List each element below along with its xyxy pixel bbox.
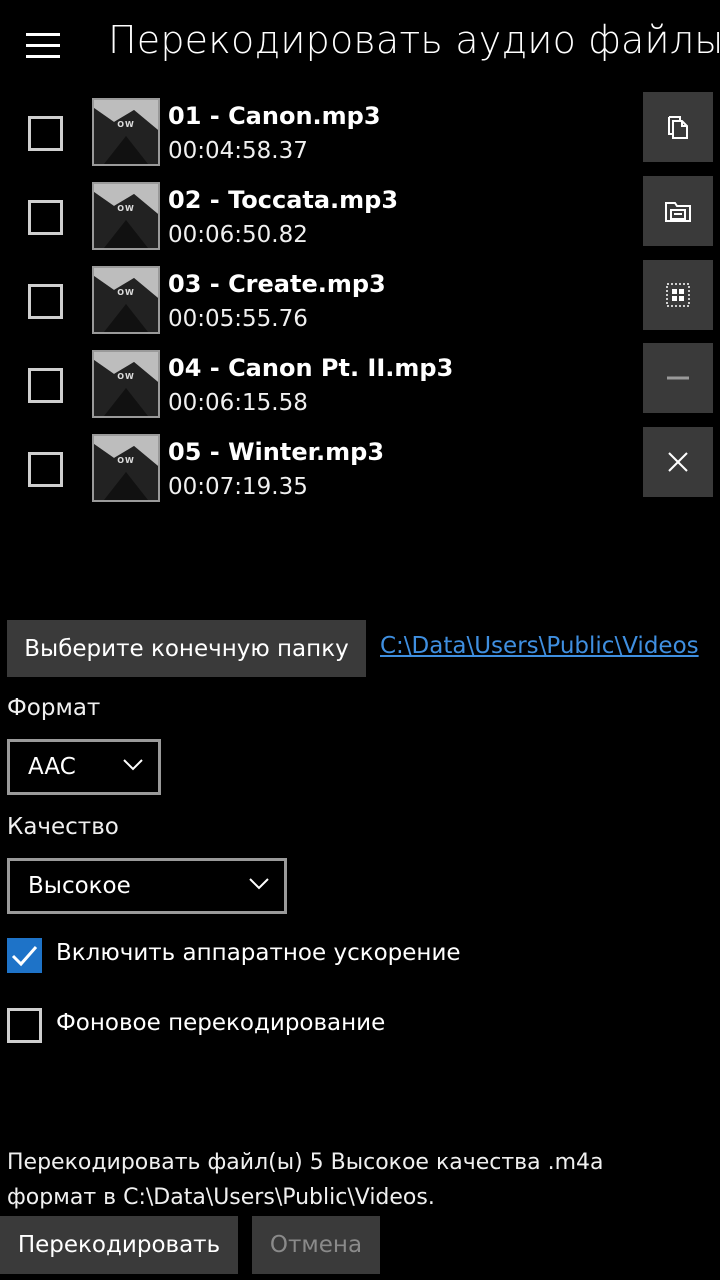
checkmark-icon — [11, 946, 38, 967]
file-duration: 00:07:19.35 — [168, 474, 308, 500]
file-checkbox[interactable] — [28, 200, 63, 235]
select-all-icon — [666, 283, 690, 307]
quality-value: Высокое — [28, 873, 131, 899]
clear-icon — [668, 452, 688, 472]
hamburger-menu-button[interactable] — [26, 33, 60, 59]
thumbnail-text: OW — [117, 456, 135, 465]
format-label: Формат — [7, 695, 101, 721]
thumbnail-text: OW — [117, 372, 135, 381]
page-title: Перекодировать аудио файлы — [108, 18, 720, 62]
file-duration: 00:06:50.82 — [168, 222, 308, 248]
file-row[interactable]: OW 04 - Canon Pt. II.mp3 00:06:15.58 — [0, 350, 620, 434]
select-all-button[interactable] — [643, 260, 713, 330]
file-row[interactable]: OW 03 - Create.mp3 00:05:55.76 — [0, 266, 620, 350]
summary-line-1: Перекодировать файл(ы) 5 Высокое качеств… — [7, 1150, 604, 1175]
file-name: 02 - Toccata.mp3 — [168, 186, 399, 214]
thumbnail-text: OW — [117, 120, 135, 129]
hw-accel-option[interactable]: Включить аппаратное ускорение — [7, 938, 507, 974]
quality-label: Качество — [7, 814, 119, 840]
file-duration: 00:05:55.76 — [168, 306, 308, 332]
file-checkbox[interactable] — [28, 368, 63, 403]
file-name: 05 - Winter.mp3 — [168, 438, 385, 466]
copy-button[interactable] — [643, 92, 713, 162]
clear-button[interactable] — [643, 427, 713, 497]
open-folder-icon — [665, 202, 691, 222]
file-name: 04 - Canon Pt. II.mp3 — [168, 354, 454, 382]
choose-folder-button[interactable]: Выберите конечную папку — [7, 620, 366, 677]
file-checkbox[interactable] — [28, 116, 63, 151]
remove-icon — [667, 376, 689, 380]
file-checkbox[interactable] — [28, 284, 63, 319]
file-row[interactable]: OW 02 - Toccata.mp3 00:06:50.82 — [0, 182, 620, 266]
summary-line-2: формат в C:\Data\Users\Public\Videos. — [7, 1185, 435, 1210]
summary-text: Перекодировать файл(ы) 5 Высокое качеств… — [7, 1145, 707, 1215]
chevron-down-icon — [249, 878, 269, 890]
album-thumbnail: OW — [92, 182, 160, 250]
transcode-button[interactable]: Перекодировать — [0, 1216, 238, 1274]
open-folder-button[interactable] — [643, 176, 713, 246]
chevron-down-icon — [123, 759, 143, 771]
hamburger-icon-line — [26, 55, 60, 58]
file-name: 01 - Canon.mp3 — [168, 102, 381, 130]
background-label: Фоновое перекодирование — [56, 1010, 386, 1036]
album-thumbnail: OW — [92, 434, 160, 502]
hamburger-icon-line — [26, 44, 60, 47]
background-option[interactable]: Фоновое перекодирование — [7, 1008, 507, 1044]
folder-path-link[interactable]: C:\Data\Users\Public\Videos — [380, 633, 699, 659]
copy-icon — [668, 116, 688, 139]
file-duration: 00:06:15.58 — [168, 390, 308, 416]
hamburger-icon — [26, 33, 60, 36]
hw-accel-checkbox[interactable] — [7, 938, 42, 973]
cancel-button[interactable]: Отмена — [252, 1216, 380, 1274]
file-row[interactable]: OW 05 - Winter.mp3 00:07:19.35 — [0, 434, 620, 518]
remove-button[interactable] — [643, 343, 713, 413]
thumbnail-text: OW — [117, 204, 135, 213]
format-value: AAC — [28, 754, 76, 780]
format-select[interactable]: AAC — [7, 739, 161, 795]
file-duration: 00:04:58.37 — [168, 138, 308, 164]
album-thumbnail: OW — [92, 98, 160, 166]
file-name: 03 - Create.mp3 — [168, 270, 386, 298]
quality-select[interactable]: Высокое — [7, 858, 287, 914]
file-row[interactable]: OW 01 - Canon.mp3 00:04:58.37 — [0, 98, 620, 182]
thumbnail-text: OW — [117, 288, 135, 297]
album-thumbnail: OW — [92, 350, 160, 418]
hw-accel-label: Включить аппаратное ускорение — [56, 940, 461, 966]
file-checkbox[interactable] — [28, 452, 63, 487]
background-checkbox[interactable] — [7, 1008, 42, 1043]
album-thumbnail: OW — [92, 266, 160, 334]
